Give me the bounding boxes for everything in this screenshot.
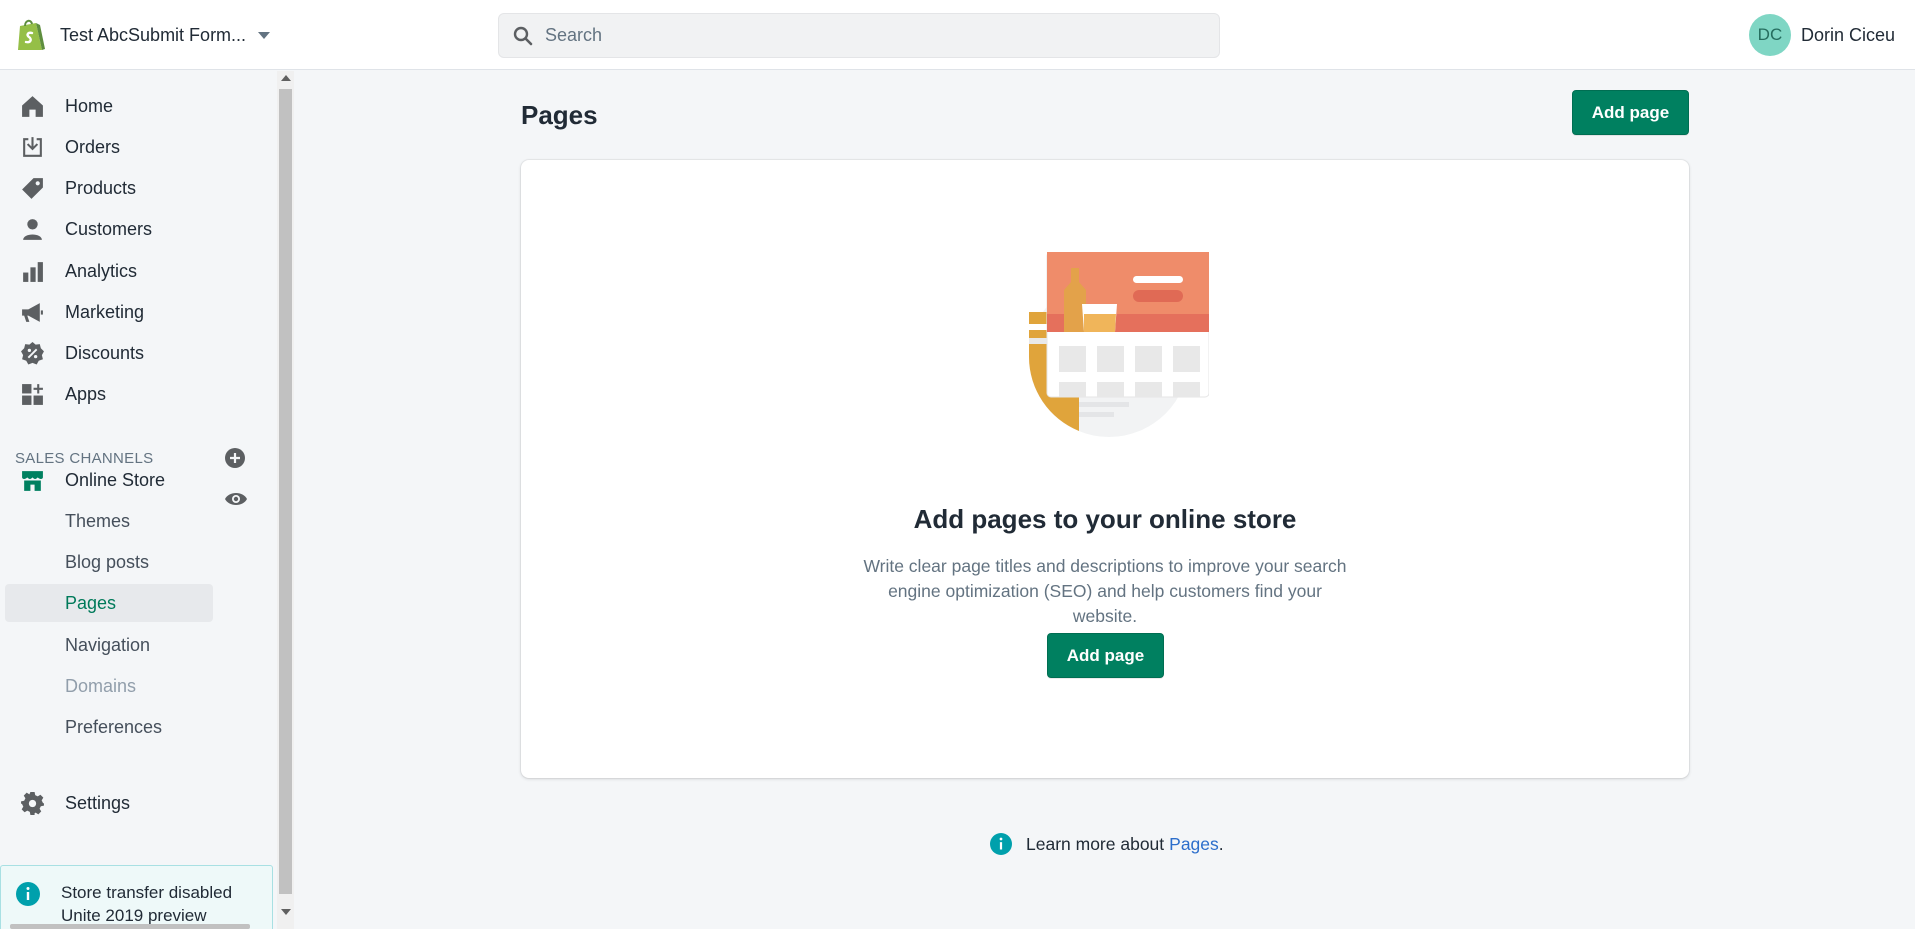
top-bar: Test AbcSubmit Form... DC Dorin Ciceu [0, 0, 1915, 70]
sidebar-item-label: Apps [65, 383, 107, 404]
sidebar-item-themes[interactable]: Themes [5, 502, 213, 540]
sidebar-item-label: Products [65, 177, 137, 198]
learn-more-footer: Learn more about Pages. [990, 832, 1224, 856]
chevron-down-icon [258, 31, 271, 39]
sidebar-item-discounts[interactable]: Discounts [0, 334, 260, 372]
shopify-logo-icon [18, 19, 45, 50]
info-icon [990, 833, 1012, 855]
sidebar-item-label: Pages [65, 592, 117, 613]
scrollbar-thumb[interactable] [279, 89, 292, 894]
tag-icon [22, 177, 43, 199]
store-transfer-banner[interactable]: Store transfer disabled Unite 2019 previ… [0, 865, 273, 929]
avatar: DC [1748, 14, 1791, 56]
sidebar-item-online-store[interactable]: Online Store [0, 461, 260, 499]
sidebar-item-label: Blog posts [65, 551, 150, 572]
info-icon [16, 882, 40, 906]
sidebar-item-label: Analytics [65, 260, 138, 281]
user-name: Dorin Ciceu [1800, 24, 1895, 45]
sidebar-item-label: Online Store [65, 469, 166, 490]
orders-icon [23, 136, 42, 157]
horizontal-scrollbar-thumb[interactable] [10, 924, 250, 929]
sidebar-item-products[interactable]: Products [0, 169, 260, 207]
sidebar-item-domains[interactable]: Domains [5, 667, 213, 705]
sidebar-item-pages[interactable]: Pages [5, 584, 213, 622]
sidebar-item-label: Domains [65, 675, 137, 696]
store-icon [22, 470, 43, 491]
bar-chart-icon [23, 261, 43, 282]
learn-more-period: . [1218, 833, 1224, 854]
add-page-button[interactable]: Add page [1572, 90, 1689, 135]
sidebar-item-preferences[interactable]: Preferences [5, 708, 213, 746]
scroll-down-arrow-icon[interactable] [281, 909, 291, 915]
page-title: Pages [521, 100, 598, 130]
user-menu[interactable]: DC Dorin Ciceu [1748, 14, 1895, 56]
sidebar-item-settings[interactable]: Settings [0, 784, 260, 822]
store-name: Test AbcSubmit Form... [60, 24, 247, 45]
sidebar: Home Orders Products Customers Analytics… [0, 71, 277, 929]
pages-illustration [1029, 252, 1209, 437]
eye-icon[interactable] [224, 490, 248, 508]
discount-icon [21, 341, 44, 364]
pages-help-link[interactable]: Pages [1169, 834, 1219, 855]
gear-icon [21, 791, 44, 815]
sidebar-item-label: Customers [65, 218, 153, 239]
sidebar-item-label: Home [65, 95, 114, 116]
search-bar[interactable] [498, 13, 1220, 58]
sidebar-item-label: Orders [65, 136, 121, 157]
empty-state-description: Write clear page titles and descriptions… [863, 556, 1347, 626]
banner-subtitle: Unite 2019 preview [61, 906, 207, 925]
sidebar-item-label: Navigation [65, 634, 151, 655]
apps-icon [22, 383, 43, 405]
sidebar-item-label: Marketing [65, 301, 145, 322]
add-page-empty-state-button[interactable]: Add page [1047, 633, 1164, 678]
sidebar-item-apps[interactable]: Apps [0, 375, 260, 413]
sidebar-item-label: Settings [65, 792, 131, 813]
home-icon [22, 95, 43, 117]
sidebar-item-orders[interactable]: Orders [0, 128, 260, 166]
sidebar-item-analytics[interactable]: Analytics [0, 252, 260, 290]
sidebar-scrollbar[interactable] [277, 71, 294, 929]
store-switcher[interactable]: Test AbcSubmit Form... [14, 17, 271, 53]
sidebar-item-navigation[interactable]: Navigation [5, 626, 213, 664]
search-icon [513, 26, 533, 45]
sidebar-item-marketing[interactable]: Marketing [0, 293, 260, 331]
banner-title: Store transfer disabled [61, 883, 233, 902]
sidebar-item-label: Discounts [65, 342, 145, 363]
empty-state-heading: Add pages to your online store [913, 504, 1297, 534]
megaphone-icon [22, 302, 43, 322]
sidebar-item-customers[interactable]: Customers [0, 210, 260, 248]
scroll-up-arrow-icon[interactable] [281, 75, 291, 81]
sidebar-item-blog-posts[interactable]: Blog posts [5, 543, 213, 581]
search-input[interactable] [545, 25, 1185, 46]
sidebar-item-home[interactable]: Home [0, 87, 260, 125]
person-icon [23, 218, 42, 240]
empty-state-card: Add pages to your online store Write cle… [521, 160, 1689, 778]
learn-more-text: Learn more about [1026, 833, 1165, 854]
sidebar-item-label: Preferences [65, 716, 163, 737]
sidebar-item-label: Themes [65, 510, 131, 531]
